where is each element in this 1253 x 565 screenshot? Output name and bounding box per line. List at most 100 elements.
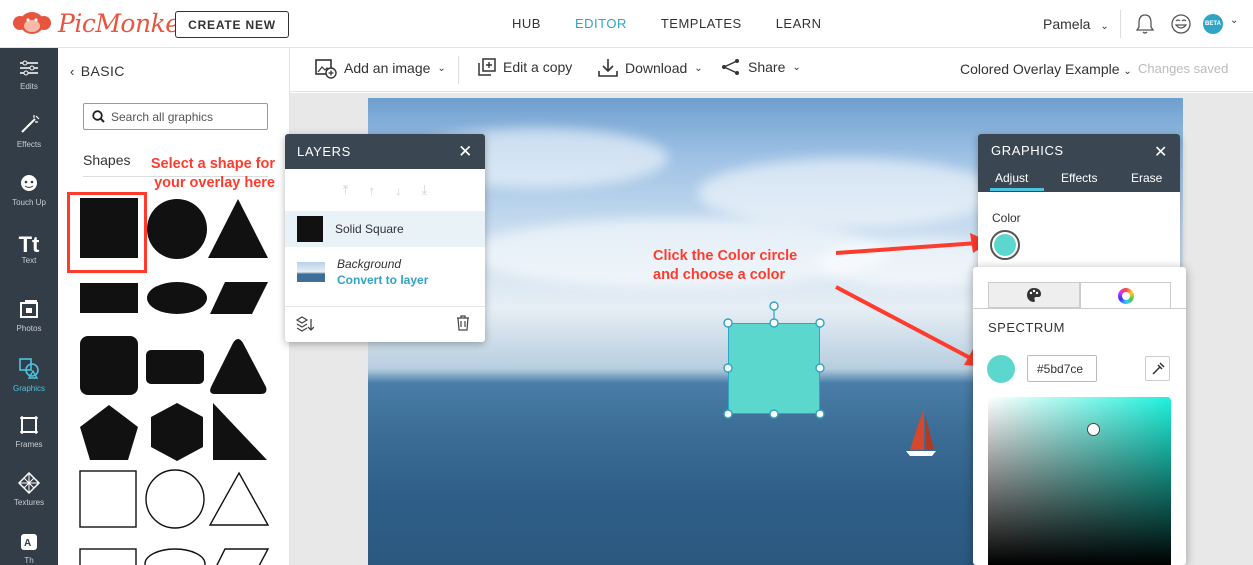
rail-item-effects[interactable]: Effects xyxy=(0,114,58,149)
active-tab-indicator xyxy=(990,188,1044,191)
close-icon[interactable]: ✕ xyxy=(1154,142,1167,162)
chevron-down-icon[interactable]: ⌄ xyxy=(1230,15,1238,26)
rail-label: Edits xyxy=(20,82,38,91)
layer-item-solid-square[interactable]: Solid Square xyxy=(285,211,485,247)
spectrum-title: SPECTRUM xyxy=(988,320,1065,335)
section-label-shapes: Shapes xyxy=(83,152,131,168)
color-cursor[interactable] xyxy=(1087,423,1100,436)
tab-adjust[interactable]: Adjust xyxy=(995,171,1028,185)
annotation-line: and choose a color xyxy=(653,267,786,283)
bell-icon[interactable] xyxy=(1135,13,1155,35)
picker-tab-palette[interactable] xyxy=(988,282,1080,308)
rail-item-frames[interactable]: Frames xyxy=(0,414,58,449)
share-button[interactable]: Share ⌄ xyxy=(721,58,801,76)
sliders-icon xyxy=(20,60,38,76)
shape-square-outline[interactable] xyxy=(79,470,137,528)
palette-icon xyxy=(1027,288,1041,302)
hex-input[interactable]: #5bd7ce xyxy=(1027,355,1097,382)
shape-oval[interactable] xyxy=(147,282,207,314)
bring-forward-icon[interactable]: ↑ xyxy=(369,183,376,198)
download-button[interactable]: Download ⌄ xyxy=(598,58,703,78)
shape-pentagon[interactable] xyxy=(80,405,138,460)
shape-rectangle[interactable] xyxy=(80,283,138,313)
color-picker-popover: SPECTRUM #5bd7ce xyxy=(973,267,1186,565)
smiley-icon[interactable] xyxy=(1170,13,1192,35)
shape-oval-outline[interactable] xyxy=(144,548,206,565)
rail-item-graphics[interactable]: Graphics xyxy=(0,356,58,393)
add-image-button[interactable]: Add an image ⌄ xyxy=(315,57,446,79)
shape-rectangle-outline[interactable] xyxy=(79,548,137,565)
shape-parallelogram[interactable] xyxy=(210,282,268,314)
eyedropper-button[interactable] xyxy=(1145,356,1170,381)
beta-avatar[interactable]: BETA xyxy=(1203,14,1223,34)
rail-item-textures[interactable]: Textures xyxy=(0,471,58,507)
trash-icon[interactable] xyxy=(456,315,470,331)
shape-rounded-rectangle[interactable] xyxy=(146,350,204,384)
edit-copy-label: Edit a copy xyxy=(503,59,573,75)
search-placeholder: Search all graphics xyxy=(111,109,214,124)
shape-triangle[interactable] xyxy=(208,199,268,258)
shape-square[interactable] xyxy=(80,198,138,258)
rail-label: Graphics xyxy=(12,384,45,393)
rail-item-text[interactable]: Tt Text xyxy=(0,232,58,265)
download-label: Download xyxy=(625,60,688,76)
shape-triangle-outline[interactable] xyxy=(208,471,270,526)
tab-erase[interactable]: Erase xyxy=(1131,171,1162,185)
picmonkey-logo[interactable]: PicMonkey xyxy=(12,6,194,40)
create-new-button[interactable]: CREATE NEW xyxy=(175,11,289,38)
rail-item-themes[interactable]: A Th xyxy=(0,532,58,565)
shape-circle-outline[interactable] xyxy=(145,469,205,529)
resize-handle[interactable] xyxy=(769,409,779,419)
resize-handle[interactable] xyxy=(815,363,825,373)
convert-to-layer-link[interactable]: Convert to layer xyxy=(337,273,428,287)
resize-handle[interactable] xyxy=(723,409,733,419)
layer-name: Solid Square xyxy=(335,222,404,236)
rail-label: Photos xyxy=(16,324,42,333)
nav-hub[interactable]: HUB xyxy=(512,16,541,31)
nav-learn[interactable]: LEARN xyxy=(776,16,822,31)
picker-tabs-border xyxy=(973,308,1186,309)
resize-handle[interactable] xyxy=(815,318,825,328)
tab-effects[interactable]: Effects xyxy=(1061,171,1097,185)
annotation-line: Click the Color circle xyxy=(653,248,798,264)
search-input[interactable]: Search all graphics xyxy=(83,103,268,130)
rail-item-photos[interactable]: Photos xyxy=(0,298,58,333)
bring-to-front-icon[interactable]: ⤒ xyxy=(343,182,349,198)
send-backward-icon[interactable]: ↓ xyxy=(395,183,402,198)
rail-item-touch-up[interactable]: Touch Up xyxy=(0,172,58,207)
send-to-back-icon[interactable]: ⤓ xyxy=(422,182,428,198)
share-icon xyxy=(722,59,739,75)
chevron-down-icon: ⌄ xyxy=(792,61,801,73)
rotate-handle[interactable] xyxy=(769,301,779,311)
annotation-select-shape: Select a shape for your overlay here xyxy=(130,155,275,193)
shape-circle[interactable] xyxy=(147,199,207,259)
layer-stack-sort-icon[interactable] xyxy=(296,316,314,332)
magic-wand-icon xyxy=(21,115,40,133)
back-to-basic[interactable]: ‹ BASIC xyxy=(70,63,125,79)
shape-hexagon[interactable] xyxy=(151,403,203,461)
close-icon[interactable]: ✕ xyxy=(458,142,473,162)
resize-handle[interactable] xyxy=(769,318,779,328)
saturation-value-field[interactable] xyxy=(988,397,1171,565)
user-menu[interactable]: Pamela ⌄ xyxy=(1043,16,1109,32)
current-color-swatch xyxy=(987,355,1015,383)
layer-info: Background Convert to layer xyxy=(337,257,428,287)
shape-right-triangle[interactable] xyxy=(213,403,267,460)
document-title[interactable]: Colored Overlay Example ⌄ xyxy=(960,61,1132,77)
edit-copy-button[interactable]: Edit a copy xyxy=(478,58,572,76)
resize-handle[interactable] xyxy=(723,363,733,373)
shape-rounded-triangle[interactable] xyxy=(210,339,267,394)
chevron-down-icon: ⌄ xyxy=(1100,21,1109,32)
nav-templates[interactable]: TEMPLATES xyxy=(661,16,742,31)
shape-rounded-square[interactable] xyxy=(80,336,138,395)
nav-editor[interactable]: EDITOR xyxy=(575,16,627,31)
shape-parallelogram-outline[interactable] xyxy=(210,548,270,565)
rail-item-edits[interactable]: Edits xyxy=(0,58,58,91)
resize-handle[interactable] xyxy=(723,318,733,328)
picker-tab-spectrum[interactable] xyxy=(1080,282,1171,308)
frames-icon xyxy=(20,416,38,434)
chevron-left-icon: ‹ xyxy=(70,64,75,79)
color-swatch-button[interactable] xyxy=(990,230,1020,260)
layer-item-background[interactable]: Background Convert to layer xyxy=(285,247,485,297)
resize-handle[interactable] xyxy=(815,409,825,419)
